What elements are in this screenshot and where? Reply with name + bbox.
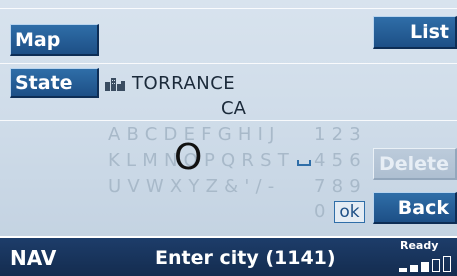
map-button[interactable]: Map <box>10 24 99 56</box>
selected-character[interactable]: O <box>174 140 202 176</box>
ok-button[interactable]: ok <box>334 201 365 223</box>
navigation-screen: Map State List Delete Back TORRANCE CA A… <box>0 0 457 276</box>
keyboard-row-letters-3[interactable]: UVWXYZ&'/- <box>108 176 281 197</box>
keyboard-key-zero[interactable]: 0 <box>314 201 325 222</box>
signal-strength-icon <box>399 256 451 272</box>
signal-bar <box>443 256 451 272</box>
separator-line <box>0 8 457 9</box>
signal-bar <box>421 262 429 272</box>
list-button[interactable]: List <box>373 16 457 49</box>
signal-bar <box>410 265 418 272</box>
delete-button[interactable]: Delete <box>373 148 457 180</box>
state-name: CA <box>221 98 246 119</box>
separator-line <box>0 120 457 121</box>
city-skyline-icon <box>105 78 125 91</box>
separator-line <box>0 63 457 64</box>
mode-label: NAV <box>10 246 57 270</box>
space-bar-icon[interactable] <box>297 160 311 166</box>
status-bar: NAV Enter city (1141) Ready <box>0 236 457 276</box>
signal-bar <box>432 259 440 272</box>
prompt-text: Enter city (1141) <box>155 247 336 269</box>
state-button[interactable]: State <box>10 68 99 98</box>
signal-bar <box>399 268 407 272</box>
keyboard-row-digits-3[interactable]: 789 <box>314 176 367 197</box>
status-text: Ready <box>400 239 439 252</box>
city-name: TORRANCE <box>132 72 236 94</box>
city-entry: TORRANCE <box>104 72 235 94</box>
keyboard-row-digits-2[interactable]: 456 <box>314 150 367 171</box>
back-button[interactable]: Back <box>373 192 457 224</box>
keyboard-row-digits-1[interactable]: 123 <box>314 124 367 145</box>
